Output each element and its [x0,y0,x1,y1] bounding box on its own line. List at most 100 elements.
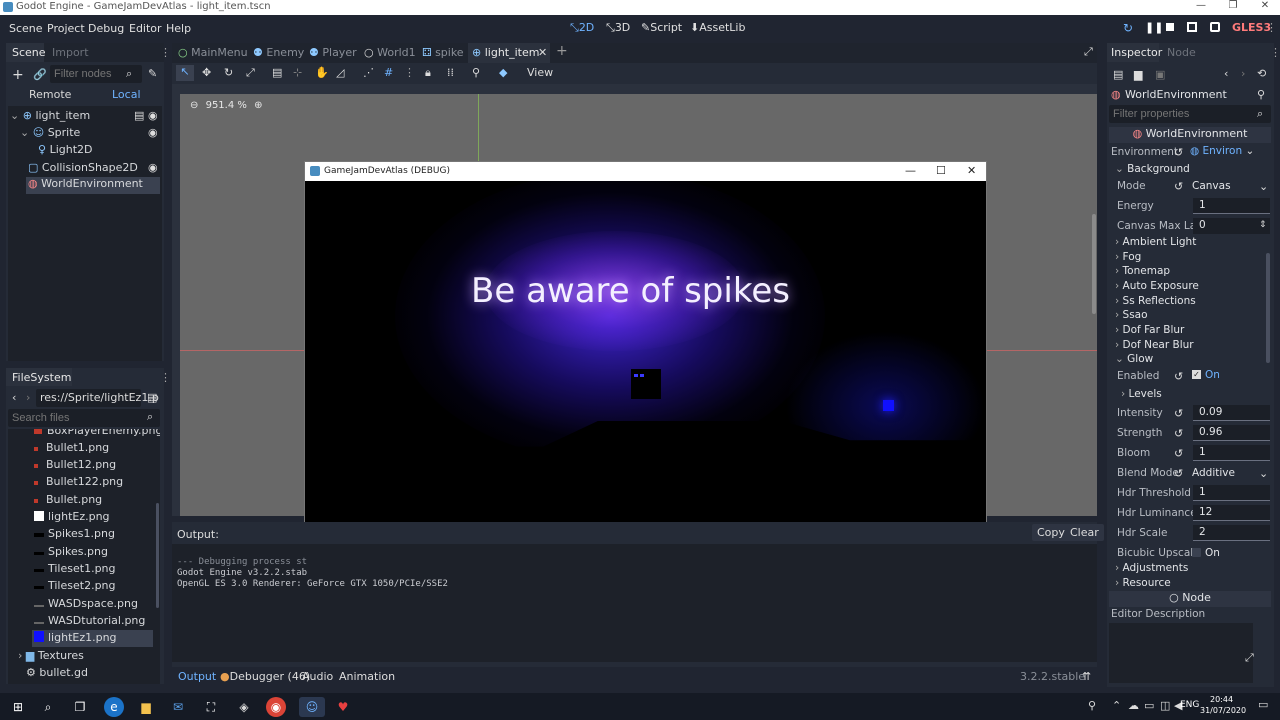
clear-button[interactable]: Clear [1065,524,1104,541]
section-ss-reflections[interactable]: › Ss Reflections [1115,295,1196,307]
tree-item-sprite[interactable]: ⌄ ☺ Sprite ◉ [20,126,160,142]
bone-icon[interactable]: ⚲ [472,66,480,79]
close-tab-icon[interactable]: ✕ [538,46,547,59]
group-icon[interactable]: ⁞⁞ [447,66,454,79]
search-icon[interactable]: ⌕ [38,697,58,717]
view-menu[interactable]: View [527,66,553,79]
tab-mainmenu[interactable]: ○ MainMenu [178,46,248,59]
object-menu-icon[interactable]: ⚲ [1257,88,1265,101]
menu-scene[interactable]: Scene [9,22,43,35]
script-attach-icon[interactable]: ✎ [148,67,157,80]
folder-item[interactable]: › ▆ Textures [18,649,84,662]
blend-mode-select[interactable]: Additive [1192,467,1235,479]
tree-item-light-item[interactable]: ⌄ ⊕ light_item ▤ ◉ [10,109,160,125]
tab-node[interactable]: Node [1167,46,1196,59]
tab-filesystem[interactable]: FileSystem [6,368,72,386]
tree-item-worldenvironment[interactable]: ◍ WorldEnvironment [26,177,160,194]
section-auto-exposure[interactable]: › Auto Exposure [1115,280,1199,292]
workspace-3d[interactable]: ⤡3D [606,21,630,35]
scale-tool-icon[interactable]: ⤢ [246,66,255,80]
revert-icon[interactable]: ↺ [1174,427,1183,440]
tree-item-light2d[interactable]: ♀ Light2D [38,143,160,159]
move-tool-icon[interactable]: ✥ [202,66,211,79]
intensity-field[interactable]: 0.09 [1193,405,1270,421]
tab-audio[interactable]: Audio [302,670,333,683]
minimize-icon[interactable]: — [1186,0,1216,15]
stop-icon[interactable] [1166,23,1174,31]
close-icon[interactable]: ✕ [1250,0,1280,15]
visibility-icon[interactable]: ◉ [148,109,158,122]
open-folder-icon[interactable]: ▆ [1134,68,1142,81]
distraction-free-icon[interactable]: ⤢ [1084,45,1093,59]
editor-description-field[interactable] [1109,623,1253,683]
pin-panel-icon[interactable]: ⇈ [1082,670,1091,683]
language-indicator[interactable]: ENG [1180,700,1199,710]
pan-icon[interactable]: ✋ [315,66,329,79]
section-resource[interactable]: › Resource [1115,577,1171,589]
file-explorer-icon[interactable]: ▆ [136,697,156,717]
hdr-luminance-field[interactable]: 12 [1193,505,1270,521]
file-item[interactable]: WASDspace.png [34,597,138,610]
workspace-script[interactable]: ✎Script [641,21,682,34]
local-button[interactable]: Local [112,88,141,101]
select-tool-icon[interactable]: ↖ [176,65,194,81]
app-icon[interactable]: ◈ [234,697,254,717]
workspace-assetlib[interactable]: ⬇AssetLib [690,21,745,34]
pivot-icon[interactable]: ⊹ [293,66,302,79]
view-mode-icon[interactable]: ▤ [147,391,157,404]
revert-icon[interactable]: ↺ [1174,467,1183,480]
menu-project[interactable]: Project [47,22,85,35]
notifications-icon[interactable]: ▭ [1258,698,1268,711]
file-item[interactable]: Spikes.png [34,545,108,558]
edge-icon[interactable]: e [104,697,124,717]
clock-time[interactable]: 20:44 [1210,695,1233,704]
history-icon[interactable]: ⟲ [1257,67,1266,80]
forward-icon[interactable]: › [26,391,30,404]
section-fog[interactable]: › Fog [1115,251,1141,263]
revert-icon[interactable]: ↺ [1174,180,1183,193]
visibility-icon[interactable]: ◉ [148,161,158,174]
play-scene-icon[interactable] [1187,22,1197,32]
hdr-threshold-field[interactable]: 1 [1193,485,1270,501]
file-item[interactable]: Bullet.png [34,493,102,506]
list-select-icon[interactable]: ▤ [272,66,282,79]
cloud-icon[interactable]: ☁ [1128,699,1139,712]
file-item[interactable]: Tileset1.png [34,562,116,575]
section-levels[interactable]: › Levels [1121,388,1162,400]
strength-field[interactable]: 0.96 [1193,425,1270,441]
minimize-icon[interactable]: — [905,164,916,177]
mode-select[interactable]: Canvas [1192,180,1231,192]
expand-icon[interactable]: ⤢ [1245,651,1254,665]
tab-output[interactable]: Output [178,670,216,683]
camera-icon[interactable]: ◆ [499,66,507,79]
snap-options-icon[interactable]: ⋮ [404,66,415,79]
zoom-in-icon[interactable]: ⊕ [254,100,262,111]
zoom-out-icon[interactable]: ⊖ [190,100,198,111]
clock-date[interactable]: 31/07/2020 [1200,706,1246,715]
pause-icon[interactable]: ❚❚ [1145,21,1163,34]
section-ambient-light[interactable]: › Ambient Light [1115,236,1196,248]
smart-snap-icon[interactable]: ⋰ [363,66,374,79]
bloom-field[interactable]: 1 [1193,445,1270,461]
revert-icon[interactable]: ↺ [1174,370,1183,383]
section-glow[interactable]: ⌄ Glow [1115,353,1153,365]
remote-button[interactable]: Remote [29,88,71,101]
dock-menu-icon[interactable]: ⋮ [1270,46,1280,59]
revert-icon[interactable]: ↺ [1174,407,1183,420]
lock-icon[interactable]: 🔒︎ [425,66,431,80]
inspected-object[interactable]: WorldEnvironment [1125,88,1227,101]
new-tab-icon[interactable]: + [556,43,568,59]
dock-menu-icon[interactable]: ⋮ [160,46,171,59]
save-icon[interactable]: ▣ [1155,68,1165,81]
maximize-icon[interactable]: ❐ [1218,0,1248,15]
file-item[interactable]: Bullet1.png [34,441,109,454]
section-adjustments[interactable]: › Adjustments [1115,562,1188,574]
close-icon[interactable]: ✕ [967,164,976,177]
menu-help[interactable]: Help [166,22,191,35]
file-item[interactable]: Spikes1.png [34,527,115,540]
link-icon[interactable]: 🔗 [33,68,47,81]
file-item[interactable]: Bullet122.png [34,475,123,488]
ruler-icon[interactable]: ◿ [336,66,344,79]
godot-taskbar-icon[interactable]: ☺ [299,697,325,717]
file-item[interactable]: WASDtutorial.png [34,614,145,627]
